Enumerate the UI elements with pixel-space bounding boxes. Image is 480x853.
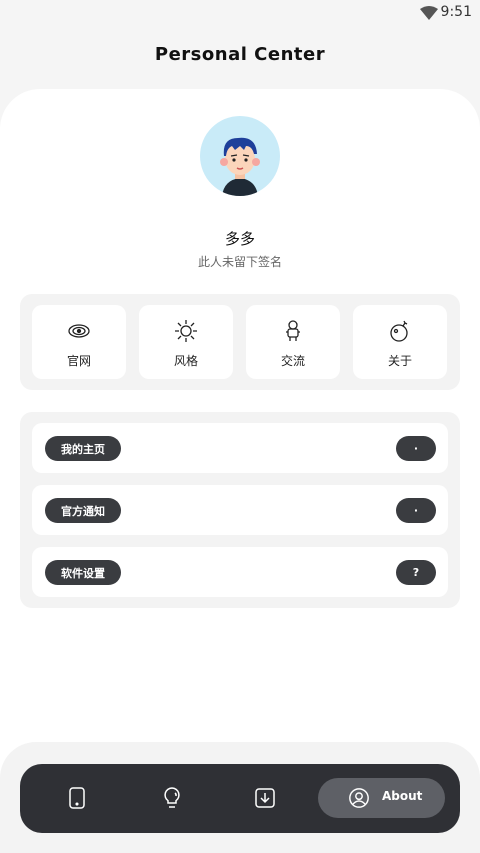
- lightbulb-icon[interactable]: [160, 786, 184, 810]
- user-circle-icon: [348, 787, 370, 809]
- quick-link-community[interactable]: 交流: [246, 305, 340, 379]
- download-icon[interactable]: [253, 786, 277, 810]
- menu-badge: ·: [396, 436, 436, 461]
- nickname: 多多: [224, 230, 255, 248]
- quick-link-label: 关于: [387, 354, 412, 368]
- menu-item-homepage[interactable]: 我的主页 ·: [32, 423, 448, 473]
- quick-link-label: 交流: [280, 354, 305, 368]
- menu-label: 我的主页: [45, 436, 121, 461]
- astronaut-icon: [281, 319, 305, 343]
- nav-label-about: About: [382, 789, 423, 803]
- page-title: Personal Center: [154, 44, 326, 65]
- quick-links-panel: 官网 风格 交流 关于: [20, 294, 460, 390]
- menu-item-notifications[interactable]: 官方通知 ·: [32, 485, 448, 535]
- phone-icon[interactable]: [65, 786, 89, 810]
- wifi-icon: [420, 5, 438, 24]
- quick-link-style[interactable]: 风格: [139, 305, 233, 379]
- menu-badge: ?: [396, 560, 436, 585]
- quick-link-website[interactable]: 官网: [32, 305, 126, 379]
- bottom-nav: About: [20, 764, 460, 833]
- status-time: 9:51: [440, 4, 472, 20]
- menu-label: 软件设置: [45, 560, 121, 585]
- bomb-icon: [388, 319, 412, 343]
- status-bar: 9:51: [0, 0, 480, 26]
- nav-item-about[interactable]: About: [318, 778, 445, 818]
- menu-badge: ·: [396, 498, 436, 523]
- menu-label: 官方通知: [45, 498, 121, 523]
- quick-link-label: 官网: [66, 354, 91, 368]
- menu-panel: 我的主页 · 官方通知 · 软件设置 ?: [20, 412, 460, 608]
- quick-link-label: 风格: [173, 354, 198, 368]
- quick-link-about[interactable]: 关于: [353, 305, 447, 379]
- galaxy-icon: [67, 319, 91, 343]
- sun-icon: [174, 319, 198, 343]
- signature: 此人未留下签名: [197, 255, 282, 269]
- avatar[interactable]: [200, 116, 280, 196]
- menu-item-settings[interactable]: 软件设置 ?: [32, 547, 448, 597]
